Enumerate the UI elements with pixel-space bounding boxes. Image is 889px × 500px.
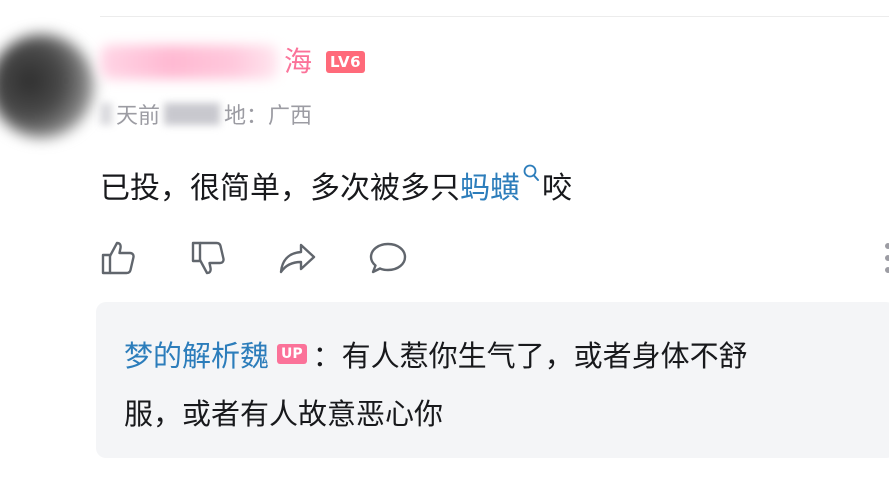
reply-author-link[interactable]: 梦的解析魏 <box>124 333 269 375</box>
comment-bubble-icon <box>369 242 407 274</box>
reply-preview[interactable]: 梦的解析魏 UP ：有人惹你生气了，或者身体不舒 服，或者有人故意恶心你 <box>96 302 889 458</box>
avatar[interactable] <box>0 34 94 138</box>
meta-blurred-middle <box>164 103 221 125</box>
comment-text-before: 已投，很简单，多次被多只 <box>100 171 460 206</box>
username-visible[interactable]: 海 <box>284 42 312 82</box>
reply-line-2: 服，或者有人故意恶心你 <box>124 390 443 434</box>
thumbs-up-icon <box>101 241 135 275</box>
reply-button[interactable] <box>366 236 410 280</box>
username-blurred[interactable] <box>100 45 278 79</box>
dislike-button[interactable] <box>186 236 230 280</box>
more-options-icon[interactable] <box>883 240 889 276</box>
keyword-search-icon[interactable] <box>522 163 540 187</box>
up-badge: UP <box>277 344 307 364</box>
meta-time: 天前 <box>116 104 161 129</box>
reply-line-1: 梦的解析魏 UP ：有人惹你生气了，或者身体不舒 <box>124 332 748 376</box>
like-button[interactable] <box>96 236 140 280</box>
comment-keyword-link[interactable]: 蚂蟥 <box>460 163 520 207</box>
share-button[interactable] <box>276 236 320 280</box>
comment-text-after: 咬 <box>542 171 572 206</box>
level-badge: LV6 <box>326 51 366 73</box>
comment-actions <box>96 236 456 280</box>
meta-blurred-prefix <box>100 103 112 125</box>
comment-text: 已投，很简单，多次被多只 蚂蟥 咬 <box>100 162 572 208</box>
reply-text-1: ：有人惹你生气了，或者身体不舒 <box>312 339 748 373</box>
username-row: 海 LV6 <box>100 42 366 82</box>
thumbs-down-icon <box>191 241 225 275</box>
meta-location: 地：广西 <box>224 104 313 129</box>
reply-text-2: 服，或者有人故意恶心你 <box>124 397 444 431</box>
top-divider <box>100 16 889 17</box>
share-icon <box>279 243 316 274</box>
comment-meta: 天前 地：广西 <box>100 98 312 130</box>
